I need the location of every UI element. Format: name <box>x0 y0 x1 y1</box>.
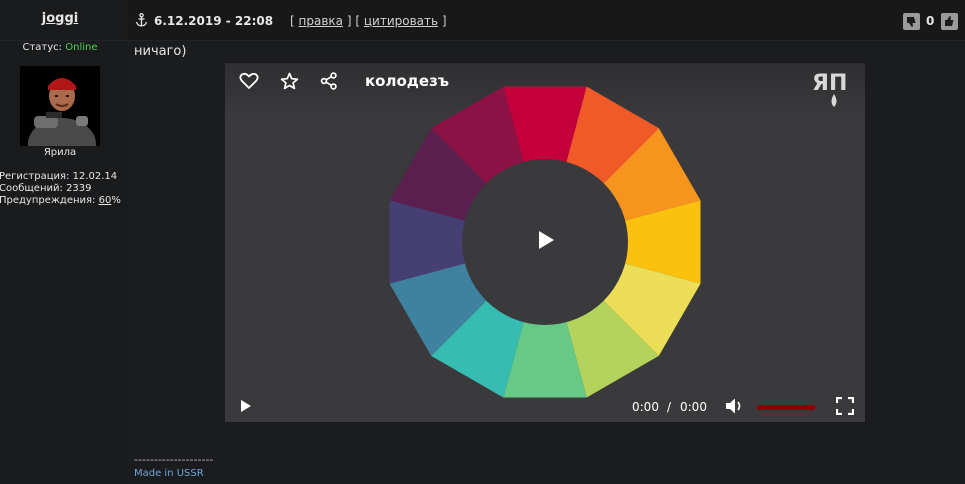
volume-icon[interactable] <box>725 397 745 415</box>
time-current: 0:00 <box>632 400 659 414</box>
post-datetime: 6.12.2019 - 22:08 <box>154 14 274 28</box>
vote-count: 0 <box>926 14 935 28</box>
avatar[interactable] <box>20 66 100 146</box>
post-text: ничаго) <box>134 44 187 59</box>
like-button[interactable] <box>941 13 958 30</box>
star-icon[interactable] <box>280 72 299 90</box>
big-play-button[interactable] <box>536 229 556 251</box>
yap-logo-text: ЯП <box>812 71 847 96</box>
anchor-icon[interactable] <box>135 13 148 27</box>
signature-text: Made in USSR <box>134 468 204 479</box>
user-stats: Регистрация: 12.02.14 Сообщений: 2339 Пр… <box>0 171 121 207</box>
warn-label: Предупреждения: <box>0 195 96 206</box>
reg-value: 12.02.14 <box>72 171 118 182</box>
volume-slider[interactable] <box>757 405 815 410</box>
action-bracket-mid: ] [ <box>346 14 361 28</box>
heart-icon[interactable] <box>239 72 259 90</box>
thumbs-up-icon <box>945 16 954 26</box>
quote-link[interactable]: цитировать <box>364 14 438 28</box>
status-label: Статус: <box>22 42 63 53</box>
time-total: 0:00 <box>680 400 707 414</box>
stat-warnings: Предупреждения: 60% <box>0 195 121 207</box>
share-icon[interactable] <box>320 72 338 90</box>
user-status: Статус: Online <box>0 42 120 53</box>
warn-value[interactable]: 60 <box>99 195 112 206</box>
fullscreen-icon[interactable] <box>836 397 854 415</box>
username-link[interactable]: joggi <box>0 11 120 26</box>
stat-messages: Сообщений: 2339 <box>0 183 121 195</box>
video-title[interactable]: колодезъ <box>365 72 449 90</box>
header-divider <box>0 40 965 41</box>
edit-link[interactable]: правка <box>299 14 344 28</box>
thumbs-down-icon <box>907 17 916 27</box>
yap-logo[interactable]: ЯП <box>812 70 858 112</box>
reg-label: Регистрация: <box>0 171 70 182</box>
msgs-label: Сообщений: <box>0 183 63 194</box>
time-separator: / <box>667 400 672 414</box>
msgs-value: 2339 <box>66 183 92 194</box>
video-player[interactable]: колодезъ ЯП 0:00 / 0:00 <box>225 63 865 422</box>
play-icon[interactable] <box>240 399 252 413</box>
action-bracket-close: ] <box>441 14 447 28</box>
signature-divider: -------------------- <box>134 453 214 466</box>
action-bracket-open: [ <box>290 14 295 28</box>
user-rank: Ярила <box>43 147 77 158</box>
status-value: Online <box>65 42 98 53</box>
stat-registration: Регистрация: 12.02.14 <box>0 171 121 183</box>
warn-suffix: % <box>111 195 121 206</box>
avatar-image <box>20 66 100 146</box>
dislike-button[interactable] <box>903 13 920 30</box>
post-actions: [ правка ] [ цитировать ] <box>290 14 447 28</box>
